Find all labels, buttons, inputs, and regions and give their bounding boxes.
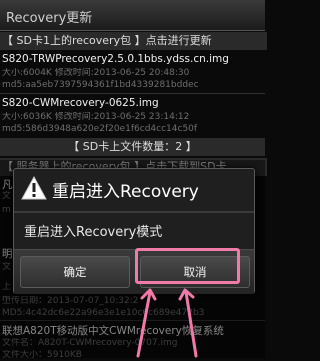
dialog-header: 重启进入Recovery — [14, 169, 254, 213]
file-name: S820-CWMrecovery-0625.img — [2, 97, 159, 109]
divider — [0, 93, 265, 94]
dialog-message: 重启进入Recovery模式 — [24, 225, 163, 240]
dialog-title: 重启进入Recovery — [52, 182, 199, 202]
cancel-highlight-box — [135, 248, 240, 284]
sd-file-count: 【 SD卡上文件数量：2 】 — [0, 138, 265, 156]
app-title: Recovery更新 — [6, 11, 93, 26]
file-size-line: 大小:6036K 修改时间:2013-06-25 23:14:12 — [2, 112, 190, 122]
file-md5-line: md5:586d3948a620e2f20e1f6cd4cc14c50f — [2, 124, 198, 134]
file-md5-line: md5:aa5eb7397594361f1bd4339281bddec — [2, 80, 199, 90]
file-name: S820-TRWPrecovery2.5.0.1bbs.ydss.cn.img — [2, 53, 229, 65]
warning-icon — [21, 176, 47, 200]
sd-section-header: 【 SD卡1上的recovery包 】点击进行更新 — [0, 32, 267, 50]
title-bar: Recovery更新 — [0, 0, 265, 31]
confirm-button[interactable]: 确定 — [20, 256, 130, 288]
file-size-line: 大小:6004K 修改时间:2013-06-25 20:48:30 — [2, 68, 190, 78]
